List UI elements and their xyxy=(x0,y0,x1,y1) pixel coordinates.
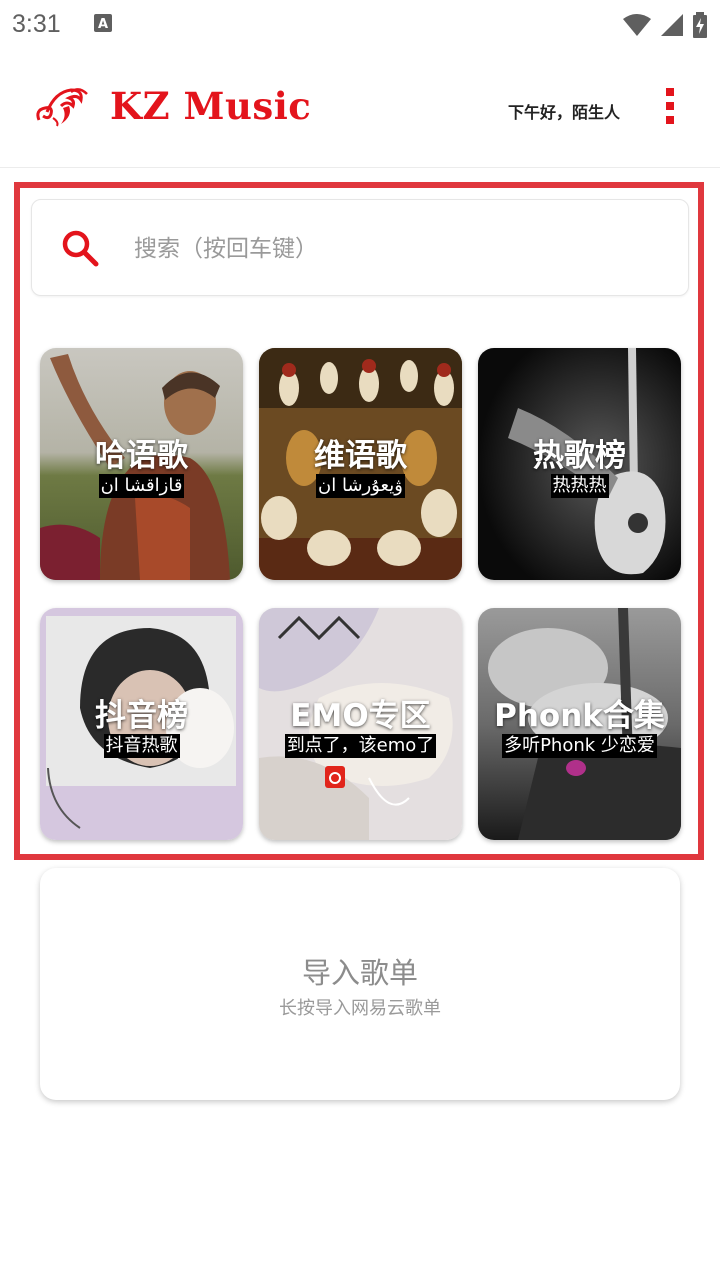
status-icons xyxy=(622,12,708,38)
tile-subtitle: 多听Phonk 少恋爱 xyxy=(502,734,657,758)
app-bar: KZ Music 下午好，陌生人 xyxy=(0,52,720,168)
category-tile-kazakh[interactable]: 哈语歌 قازاقشا ان xyxy=(40,348,243,580)
status-time: 3:31 xyxy=(12,10,61,38)
import-title: 导入歌单 xyxy=(301,956,418,990)
tile-title: 热歌榜 xyxy=(533,438,626,474)
category-tile-hot[interactable]: 热歌榜 热热热 xyxy=(478,348,681,580)
wifi-icon xyxy=(623,14,651,36)
app-title: KZ Music xyxy=(110,84,312,128)
status-bar: 3:31 A xyxy=(0,0,720,50)
category-tile-phonk[interactable]: Phonk合集 多听Phonk 少恋爱 xyxy=(478,608,681,840)
phoenix-logo-icon xyxy=(36,88,88,127)
search-input[interactable] xyxy=(132,224,656,274)
tile-subtitle: 抖音热歌 xyxy=(103,734,180,758)
tile-title: Phonk合集 xyxy=(494,698,665,734)
a-badge-icon: A xyxy=(94,14,112,32)
netease-music-icon xyxy=(325,766,345,788)
tile-title: EMO专区 xyxy=(290,698,431,734)
tile-subtitle: ۋيعۇرشا ان xyxy=(316,474,405,498)
tile-title: 抖音榜 xyxy=(95,698,188,734)
svg-text:A: A xyxy=(98,17,108,32)
more-vert-icon[interactable] xyxy=(660,88,680,128)
cell-signal-icon xyxy=(661,14,683,36)
battery-charging-icon xyxy=(693,12,707,38)
category-tile-douyin[interactable]: 抖音榜 抖音热歌 xyxy=(40,608,243,840)
greeting-text: 下午好，陌生人 xyxy=(508,103,621,122)
tile-title: 哈语歌 xyxy=(95,438,188,474)
tile-subtitle: 到点了，该emo了 xyxy=(284,734,437,758)
import-subtitle: 长按导入网易云歌单 xyxy=(279,998,441,1019)
search-box[interactable] xyxy=(31,199,689,296)
category-tile-uyghur[interactable]: 维语歌 ۋيعۇرشا ان xyxy=(259,348,462,580)
import-playlist-card[interactable]: 导入歌单 长按导入网易云歌单 xyxy=(40,868,680,1100)
category-tile-emo[interactable]: EMO专区 到点了，该emo了 xyxy=(259,608,462,840)
tile-subtitle: قازاقشا ان xyxy=(98,474,185,498)
tile-subtitle: 热热热 xyxy=(550,474,609,498)
search-icon[interactable] xyxy=(60,228,100,268)
tile-title: 维语歌 xyxy=(314,438,407,474)
